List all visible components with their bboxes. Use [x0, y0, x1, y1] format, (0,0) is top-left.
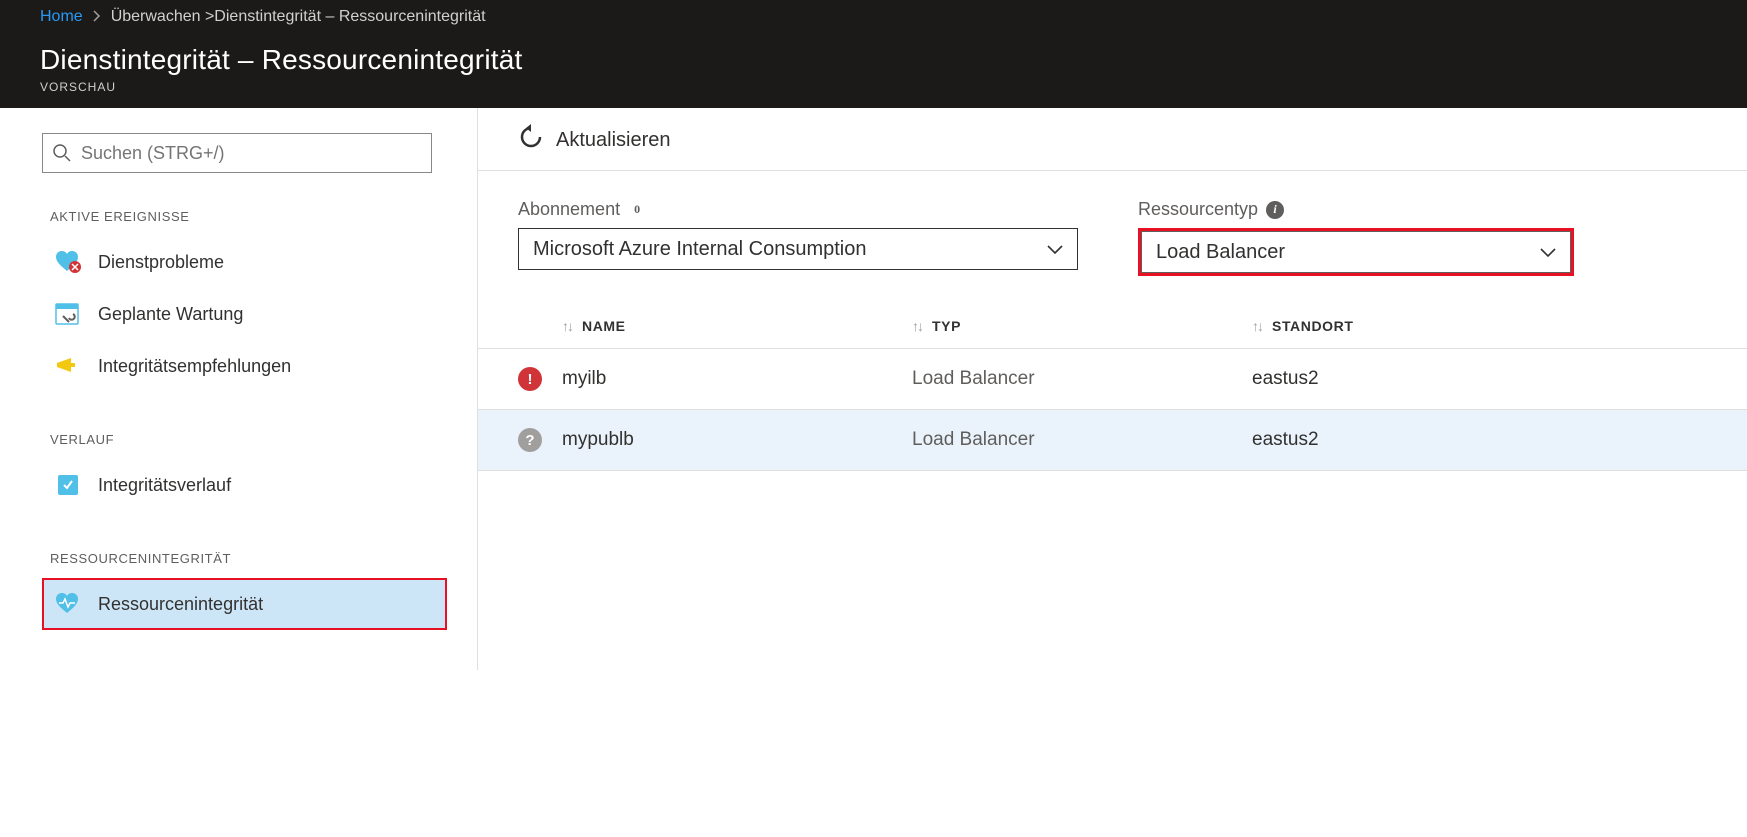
table-row[interactable]: ! myilb Load Balancer eastus2: [478, 349, 1747, 410]
resource-location: eastus2: [1252, 368, 1707, 390]
main-content: Aktualisieren Abonnement 0 Microsoft Azu…: [478, 108, 1747, 670]
heart-pulse-icon: [54, 592, 82, 616]
chevron-down-icon: [1047, 238, 1063, 261]
breadcrumb: Home Überwachen >Dienstintegrität – Ress…: [0, 0, 1747, 34]
sort-icon: ↑↓: [562, 318, 572, 334]
sidebar-section-active: AKTIVE EREIGNISSE: [50, 209, 447, 224]
chevron-right-icon: [93, 10, 101, 25]
page-title: Dienstintegrität – Ressourcenintegrität: [40, 44, 1727, 76]
resource-type-filter-label: Ressourcentyp i: [1138, 199, 1574, 220]
info-icon[interactable]: i: [1266, 201, 1284, 219]
refresh-button[interactable]: Aktualisieren: [556, 129, 671, 152]
chevron-down-icon: [1540, 241, 1556, 264]
megaphone-icon: [54, 354, 82, 378]
sidebar-item-health-history[interactable]: Integritätsverlauf: [42, 459, 447, 511]
resource-name: myilb: [562, 368, 912, 390]
page-subtitle: VORSCHAU: [40, 80, 1727, 94]
search-box[interactable]: [42, 133, 432, 173]
subscription-dropdown[interactable]: Microsoft Azure Internal Consumption: [518, 228, 1078, 270]
resource-type-dropdown[interactable]: Load Balancer: [1141, 231, 1571, 273]
sidebar-item-planned-maintenance[interactable]: Geplante Wartung: [42, 288, 447, 340]
resource-location: eastus2: [1252, 429, 1707, 451]
info-icon[interactable]: 0: [628, 201, 646, 219]
health-document-icon: [54, 473, 82, 497]
breadcrumb-path: Überwachen >Dienstintegrität – Ressource…: [111, 8, 486, 26]
resource-type: Load Balancer: [912, 429, 1252, 451]
resources-table: ↑↓ NAME ↑↓ TYP ↑↓ STANDORT ! myilb Load …: [478, 304, 1747, 471]
sidebar-item-label: Integritätsverlauf: [98, 475, 231, 496]
table-header: ↑↓ NAME ↑↓ TYP ↑↓ STANDORT: [478, 304, 1747, 349]
sidebar-item-label: Ressourcenintegrität: [98, 594, 263, 615]
resource-type-dropdown-value: Load Balancer: [1156, 241, 1285, 264]
column-header-type[interactable]: ↑↓ TYP: [912, 318, 1252, 334]
refresh-icon[interactable]: [518, 124, 544, 156]
search-icon: [53, 141, 81, 165]
table-row[interactable]: ? mypublb Load Balancer eastus2: [478, 410, 1747, 471]
toolbar: Aktualisieren: [478, 108, 1747, 171]
column-header-name[interactable]: ↑↓ NAME: [562, 318, 912, 334]
sidebar-item-resource-health[interactable]: Ressourcenintegrität: [42, 578, 447, 630]
calendar-wrench-icon: [54, 302, 82, 326]
sidebar: AKTIVE EREIGNISSE Dienstprobleme Geplant…: [0, 108, 478, 670]
sidebar-item-label: Dienstprobleme: [98, 252, 224, 273]
heart-error-icon: [54, 250, 82, 274]
sidebar-section-resource: RESSOURCENINTEGRITÄT: [50, 551, 447, 566]
sidebar-item-service-issues[interactable]: Dienstprobleme: [42, 236, 447, 288]
column-header-location[interactable]: ↑↓ STANDORT: [1252, 318, 1707, 334]
sidebar-item-label: Geplante Wartung: [98, 304, 243, 325]
search-input[interactable]: [81, 143, 421, 164]
resource-type: Load Balancer: [912, 368, 1252, 390]
sort-icon: ↑↓: [912, 318, 922, 334]
sidebar-section-history: VERLAUF: [50, 432, 447, 447]
sidebar-item-health-recommendations[interactable]: Integritätsempfehlungen: [42, 340, 447, 392]
resource-name: mypublb: [562, 429, 912, 451]
subscription-filter-label: Abonnement 0: [518, 199, 1078, 220]
status-error-icon: !: [518, 367, 542, 391]
breadcrumb-home-link[interactable]: Home: [40, 8, 83, 26]
sidebar-item-label: Integritätsempfehlungen: [98, 356, 291, 377]
subscription-dropdown-value: Microsoft Azure Internal Consumption: [533, 238, 867, 261]
status-unknown-icon: ?: [518, 428, 542, 452]
sort-icon: ↑↓: [1252, 318, 1262, 334]
